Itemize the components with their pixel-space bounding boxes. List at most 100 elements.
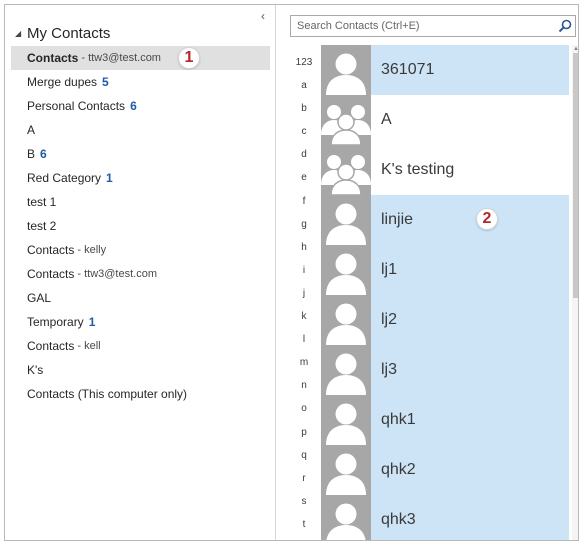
folder-item[interactable]: Contacts - ttw3@test.com 1 — [11, 46, 270, 70]
folder-list: Contacts - ttw3@test.com 1 Merge dupes 5 Pers… — [11, 46, 270, 406]
folder-item[interactable]: Red Category 1 — [11, 166, 270, 190]
person-avatar-icon — [321, 495, 371, 540]
unread-count-badge: 6 — [130, 99, 137, 113]
folder-item[interactable]: Merge dupes 5 — [11, 70, 270, 94]
alpha-index-letter[interactable]: b — [292, 97, 316, 120]
search-icon[interactable] — [555, 16, 575, 36]
contact-photo — [321, 245, 371, 295]
folder-label: test 2 — [27, 219, 57, 233]
contact-card[interactable]: 361071 — [321, 45, 569, 95]
person-avatar-icon — [321, 195, 371, 245]
alpha-index-letter[interactable]: f — [292, 190, 316, 213]
contact-card[interactable]: lj1 — [321, 245, 569, 295]
alpha-index-letter[interactable]: n — [292, 374, 316, 397]
folder-label: Temporary — [27, 315, 84, 329]
contact-card[interactable]: qhk2 — [321, 445, 569, 495]
contact-photo — [321, 95, 371, 145]
alpha-index-letter[interactable]: o — [292, 397, 316, 420]
alpha-index-letter[interactable]: m — [292, 351, 316, 374]
alpha-index-letter[interactable]: p — [292, 421, 316, 444]
folder-item[interactable]: test 2 — [11, 214, 270, 238]
folder-item[interactable]: Personal Contacts 6 — [11, 94, 270, 118]
unread-count-badge: 1 — [88, 315, 96, 329]
contact-photo — [321, 445, 371, 495]
folder-item[interactable]: Contacts - ttw3@test.com — [11, 262, 270, 286]
folder-label: Contacts — [27, 51, 79, 65]
folder-label: Contacts — [27, 243, 75, 257]
folder-item[interactable]: Contacts (This computer only) — [11, 382, 270, 406]
folder-account: - kelly — [77, 244, 107, 256]
contact-pane: 123abcdefghijklmnopqrst 361071 A K's testi… — [276, 5, 578, 540]
person-avatar-icon — [321, 395, 371, 445]
contact-card[interactable]: linjie 2 — [321, 195, 569, 245]
folder-item[interactable]: GAL — [11, 286, 270, 310]
alpha-index-letter[interactable]: l — [292, 328, 316, 351]
collapse-pane-chevron-icon[interactable]: ‹ — [256, 9, 270, 23]
contact-card[interactable]: lj3 — [321, 345, 569, 395]
folder-pane: ‹ ◢ My Contacts Contacts - ttw3@test.com 1… — [5, 5, 275, 540]
folder-item[interactable]: Contacts - kelly — [11, 238, 270, 262]
alpha-index-letter[interactable]: q — [292, 444, 316, 467]
folder-label: K's — [27, 363, 44, 377]
vertical-scrollbar[interactable]: ▲ — [572, 45, 578, 540]
scroll-up-arrow-icon[interactable]: ▲ — [572, 45, 578, 53]
folder-label: A — [27, 123, 36, 137]
folder-item[interactable]: B6 — [11, 142, 270, 166]
folder-account: - ttw3@test.com — [77, 268, 157, 280]
folder-item[interactable]: K's — [11, 358, 270, 382]
alpha-index-letter[interactable]: a — [292, 74, 316, 97]
alpha-index-letter[interactable]: c — [292, 120, 316, 143]
person-avatar-icon — [321, 245, 371, 295]
contact-photo — [321, 395, 371, 445]
alpha-index-letter[interactable]: d — [292, 143, 316, 166]
alpha-index-letter[interactable]: 123 — [292, 51, 316, 74]
alpha-index-letter[interactable]: j — [292, 282, 316, 305]
folder-label: Merge dupes — [27, 75, 98, 89]
tree-expanded-caret-icon[interactable]: ◢ — [15, 29, 23, 38]
contact-photo — [321, 45, 371, 95]
folder-account: - ttw3@test.com — [81, 52, 161, 64]
folder-label: Contacts — [27, 339, 75, 353]
alpha-index-letter[interactable]: r — [292, 467, 316, 490]
folder-item[interactable]: A — [11, 118, 270, 142]
my-contacts-group-header[interactable]: ◢ My Contacts — [15, 23, 110, 43]
contact-card[interactable]: K's testing — [321, 145, 569, 195]
search-input[interactable] — [291, 16, 555, 36]
my-contacts-title: My Contacts — [27, 24, 111, 42]
search-box[interactable] — [290, 15, 576, 37]
contact-card[interactable]: lj2 — [321, 295, 569, 345]
folder-label: B — [27, 147, 36, 161]
contact-name: lj3 — [381, 361, 398, 378]
contact-card[interactable]: qhk3 — [321, 495, 569, 540]
contact-card[interactable]: A — [321, 95, 569, 145]
contact-card[interactable]: qhk1 — [321, 395, 569, 445]
folder-item[interactable]: Contacts - kell — [11, 334, 270, 358]
folder-label: test 1 — [27, 195, 57, 209]
scrollbar-thumb[interactable] — [573, 53, 578, 298]
magnifier-icon — [558, 19, 572, 33]
alpha-index-letter[interactable]: i — [292, 259, 316, 282]
contact-name: qhk3 — [381, 511, 416, 528]
alpha-index-letter[interactable]: k — [292, 305, 316, 328]
folder-item[interactable]: Temporary 1 — [11, 310, 270, 334]
alpha-index-letter[interactable]: h — [292, 236, 316, 259]
annotation-callout-2: 2 — [476, 208, 498, 230]
unread-count-badge: 1 — [106, 171, 113, 185]
alpha-index-letter[interactable]: t — [292, 513, 316, 536]
unread-count-badge: 5 — [102, 75, 109, 89]
contact-name: lj2 — [381, 311, 398, 328]
contact-name: 361071 — [381, 61, 435, 78]
group-avatar-icon — [321, 95, 371, 145]
folder-label: GAL — [27, 291, 52, 305]
contact-card-list: 361071 A K's testing linjie 2 lj1 lj2 lj3 qhk1 qh… — [321, 45, 569, 540]
alpha-index-letter[interactable]: s — [292, 490, 316, 513]
unread-count-badge: 6 — [40, 147, 47, 161]
person-avatar-icon — [321, 445, 371, 495]
alpha-index-letter[interactable]: g — [292, 213, 316, 236]
contact-name: lj1 — [381, 261, 398, 278]
contact-photo — [321, 295, 371, 345]
folder-item[interactable]: test 1 — [11, 190, 270, 214]
contacts-window: ‹ ◢ My Contacts Contacts - ttw3@test.com 1… — [4, 4, 579, 541]
alpha-index-letter[interactable]: e — [292, 166, 316, 189]
contact-photo — [321, 145, 371, 195]
